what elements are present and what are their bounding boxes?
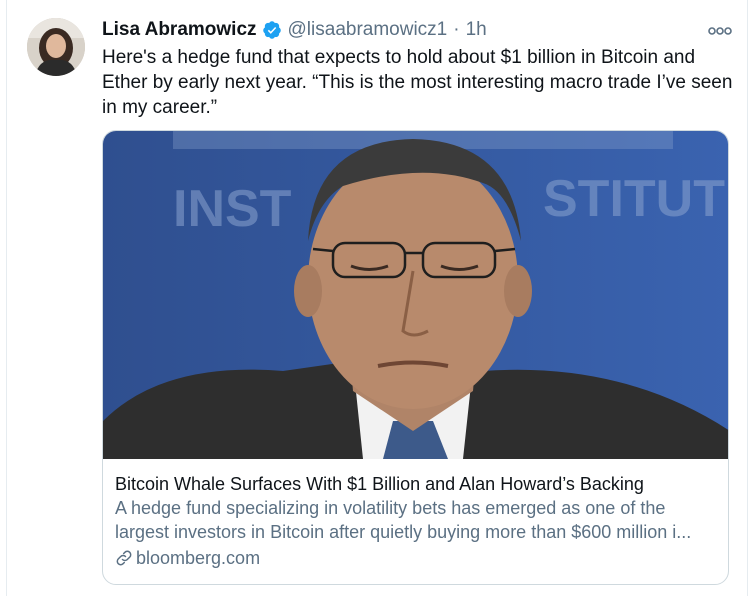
svg-text:STITUT: STITUT xyxy=(543,170,725,228)
tweet[interactable]: Lisa Abramowicz @lisaabramowicz1 · 1h He… xyxy=(6,0,748,596)
link-card[interactable]: INST STITUT Bitcoin Whale Surfaces With … xyxy=(102,130,729,585)
card-image[interactable]: INST STITUT xyxy=(103,131,728,459)
author-handle[interactable]: @lisaabramowicz1 xyxy=(288,19,448,41)
author-name[interactable]: Lisa Abramowicz xyxy=(102,19,257,41)
tweet-header: Lisa Abramowicz @lisaabramowicz1 · 1h xyxy=(102,16,487,44)
card-body: Bitcoin Whale Surfaces With $1 Billion a… xyxy=(115,472,715,570)
card-title[interactable]: Bitcoin Whale Surfaces With $1 Billion a… xyxy=(115,472,715,496)
separator-dot: · xyxy=(453,19,460,40)
card-domain-text: bloomberg.com xyxy=(136,548,261,568)
card-domain[interactable]: bloomberg.com xyxy=(115,546,715,570)
tweet-timestamp[interactable]: 1h xyxy=(466,19,487,41)
avatar[interactable] xyxy=(27,18,85,76)
verified-badge-icon xyxy=(262,21,281,39)
card-description: A hedge fund specializing in volatility … xyxy=(115,498,692,542)
svg-text:INST: INST xyxy=(173,180,292,238)
tweet-text: Here's a hedge fund that expects to hold… xyxy=(102,47,733,118)
more-options-icon[interactable] xyxy=(707,24,733,38)
link-icon xyxy=(116,550,132,566)
